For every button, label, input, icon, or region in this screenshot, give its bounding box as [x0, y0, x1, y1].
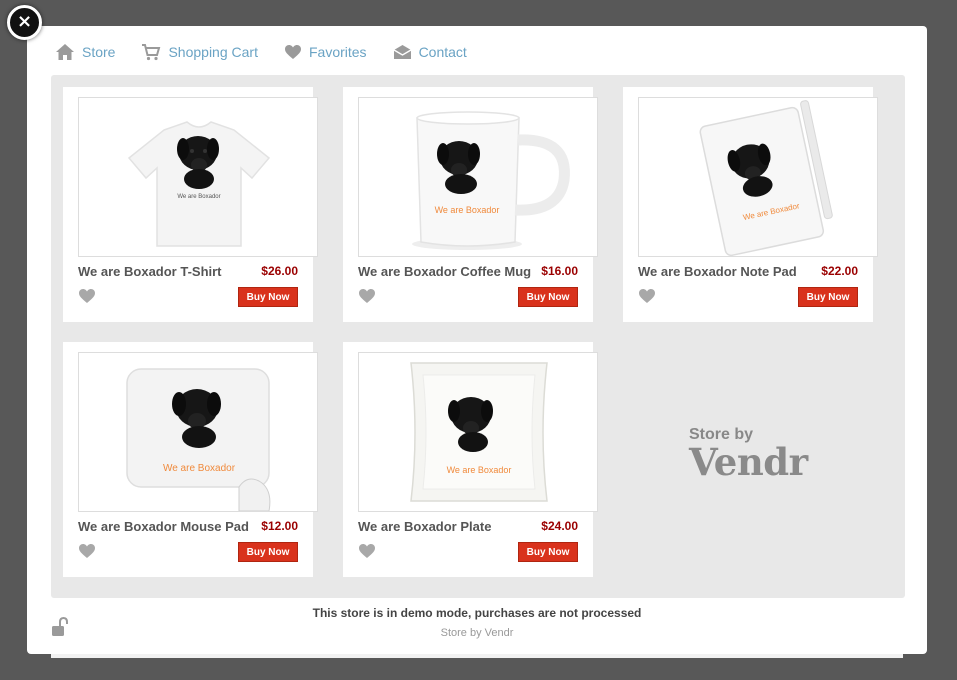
nav-store[interactable]: Store [55, 43, 115, 61]
store-nav: Store Shopping Cart Favorites Contact [55, 40, 493, 64]
nav-shopping-cart[interactable]: Shopping Cart [141, 43, 258, 61]
product-image-plate[interactable]: We are Boxador [358, 352, 598, 512]
product-price: $26.00 [261, 264, 298, 278]
store-by-vendr-logo[interactable]: Store by Vendr [689, 426, 808, 484]
product-name[interactable]: We are Boxador Note Pad [638, 264, 797, 279]
product-image-tshirt[interactable]: We are Boxador [78, 97, 318, 257]
product-card: We are Boxador We are Boxador Note Pad $… [623, 87, 878, 322]
product-image-text: We are Boxador [163, 463, 236, 474]
close-button[interactable]: × [7, 5, 42, 40]
favorite-heart-icon[interactable] [78, 543, 96, 564]
nav-favorites[interactable]: Favorites [284, 44, 367, 60]
product-image-text: We are Boxador [177, 194, 220, 200]
nav-contact[interactable]: Contact [393, 44, 467, 60]
buy-now-button[interactable]: Buy Now [518, 287, 578, 307]
product-card: We are Boxador We are Boxador Mouse Pad … [63, 342, 318, 577]
vendr-logo-big: Vendr [689, 440, 808, 484]
buy-now-button[interactable]: Buy Now [798, 287, 858, 307]
nav-store-label: Store [82, 44, 116, 60]
product-card: We are Boxador We are Boxador T-Shirt $2… [63, 87, 318, 322]
heart-icon [284, 45, 301, 59]
product-price: $22.00 [821, 264, 858, 278]
demo-mode-notice: This store is in demo mode, purchases ar… [312, 606, 642, 620]
modal-bottom-edge [51, 654, 903, 658]
product-image-text: We are Boxador [447, 465, 512, 475]
product-name[interactable]: We are Boxador Plate [358, 519, 491, 534]
favorite-heart-icon[interactable] [358, 543, 376, 564]
favorite-heart-icon[interactable] [358, 288, 376, 309]
product-card: We are Boxador We are Boxador Coffee Mug… [343, 87, 598, 322]
product-price: $12.00 [261, 519, 298, 533]
store-modal: Store Shopping Cart Favorites Contact We… [27, 26, 927, 654]
buy-now-button[interactable]: Buy Now [238, 542, 298, 562]
nav-contact-label: Contact [418, 44, 467, 60]
favorite-heart-icon[interactable] [638, 288, 656, 309]
nav-shopping-cart-label: Shopping Cart [168, 44, 258, 60]
product-image-mousepad[interactable]: We are Boxador [78, 352, 318, 512]
product-image-text: We are Boxador [435, 205, 500, 215]
product-name[interactable]: We are Boxador T-Shirt [78, 264, 222, 279]
product-image-mug[interactable]: We are Boxador [358, 97, 598, 257]
product-price: $16.00 [541, 264, 578, 278]
cart-icon [142, 44, 161, 61]
home-icon [56, 44, 74, 60]
buy-now-button[interactable]: Buy Now [518, 542, 578, 562]
store-credit-link[interactable]: Store by Vendr [27, 627, 927, 639]
envelope-icon [393, 45, 411, 59]
product-name[interactable]: We are Boxador Mouse Pad [78, 519, 249, 534]
nav-favorites-label: Favorites [308, 44, 367, 60]
product-name[interactable]: We are Boxador Coffee Mug [358, 264, 531, 279]
favorite-heart-icon[interactable] [78, 288, 96, 309]
product-card: We are Boxador We are Boxador Plate $24.… [343, 342, 598, 577]
product-image-notepad[interactable]: We are Boxador [638, 97, 878, 257]
product-grid: We are Boxador We are Boxador T-Shirt $2… [51, 75, 905, 598]
buy-now-button[interactable]: Buy Now [238, 287, 298, 307]
product-price: $24.00 [541, 519, 578, 533]
